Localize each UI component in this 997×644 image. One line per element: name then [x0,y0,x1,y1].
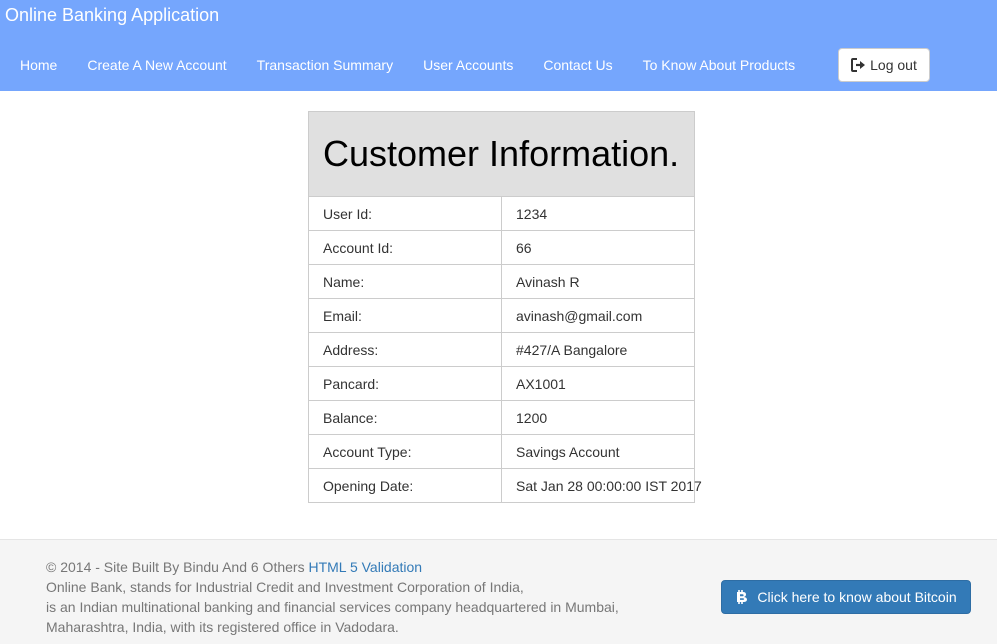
table-row: Name: Avinash R [308,264,695,299]
field-value: Avinash R [501,264,695,299]
field-label: Email: [308,298,502,333]
field-value: Sat Jan 28 00:00:00 IST 2017 [501,468,702,503]
logout-label: Log out [870,57,917,73]
field-label: Account Id: [308,230,502,265]
nav-link-home[interactable]: Home [0,50,72,80]
field-value: AX1001 [501,366,695,401]
field-value: avinash@gmail.com [501,298,695,333]
field-label: Opening Date: [308,468,502,503]
table-row: User Id: 1234 [308,196,695,231]
field-label: Pancard: [308,366,502,401]
copyright-text: © 2014 - Site Built By Bindu And 6 Other… [46,559,309,575]
nav-link-create-account[interactable]: Create A New Account [72,50,241,80]
brand-title[interactable]: Online Banking Application [5,5,219,25]
field-label: Name: [308,264,502,299]
footer-copyright-line: © 2014 - Site Built By Bindu And 6 Other… [46,557,619,577]
nav-link-contact-us[interactable]: Contact Us [528,50,627,80]
table-row: Balance: 1200 [308,400,695,435]
footer: © 2014 - Site Built By Bindu And 6 Other… [0,539,997,644]
html5-validation-link[interactable]: HTML 5 Validation [308,559,422,575]
table-row: Account Type: Savings Account [308,434,695,469]
customer-info-title: Customer Information. [308,111,695,197]
table-row: Address: #427/A Bangalore [308,332,695,367]
navbar: Online Banking Application Home Create A… [0,0,997,91]
footer-description-line: Maharashtra, India, with its registered … [46,619,399,635]
field-value: 1234 [501,196,695,231]
footer-description-line: Online Bank, stands for Industrial Credi… [46,579,524,595]
logout-icon [851,58,866,72]
table-row: Pancard: AX1001 [308,366,695,401]
nav-link-transaction-summary[interactable]: Transaction Summary [242,50,408,80]
field-label: Account Type: [308,434,502,469]
nav-link-products[interactable]: To Know About Products [628,50,811,80]
field-label: Address: [308,332,502,367]
nav-link-user-accounts[interactable]: User Accounts [408,50,528,80]
bitcoin-button[interactable]: Click here to know about Bitcoin [721,580,971,614]
table-row: Opening Date: Sat Jan 28 00:00:00 IST 20… [308,468,702,503]
field-label: User Id: [308,196,502,231]
footer-text: © 2014 - Site Built By Bindu And 6 Other… [46,557,619,637]
nav-links: Home Create A New Account Transaction Su… [0,50,810,80]
bitcoin-icon [737,590,748,604]
field-value: 66 [501,230,695,265]
bitcoin-button-label: Click here to know about Bitcoin [757,589,957,605]
customer-info-table: Customer Information. User Id: 1234 Acco… [308,111,702,503]
logout-button[interactable]: Log out [838,48,930,82]
table-row: Email: avinash@gmail.com [308,298,695,333]
field-value: 1200 [501,400,695,435]
field-label: Balance: [308,400,502,435]
table-row: Account Id: 66 [308,230,695,265]
field-value: Savings Account [501,434,695,469]
field-value: #427/A Bangalore [501,332,695,367]
footer-description-line: is an Indian multinational banking and f… [46,599,619,615]
